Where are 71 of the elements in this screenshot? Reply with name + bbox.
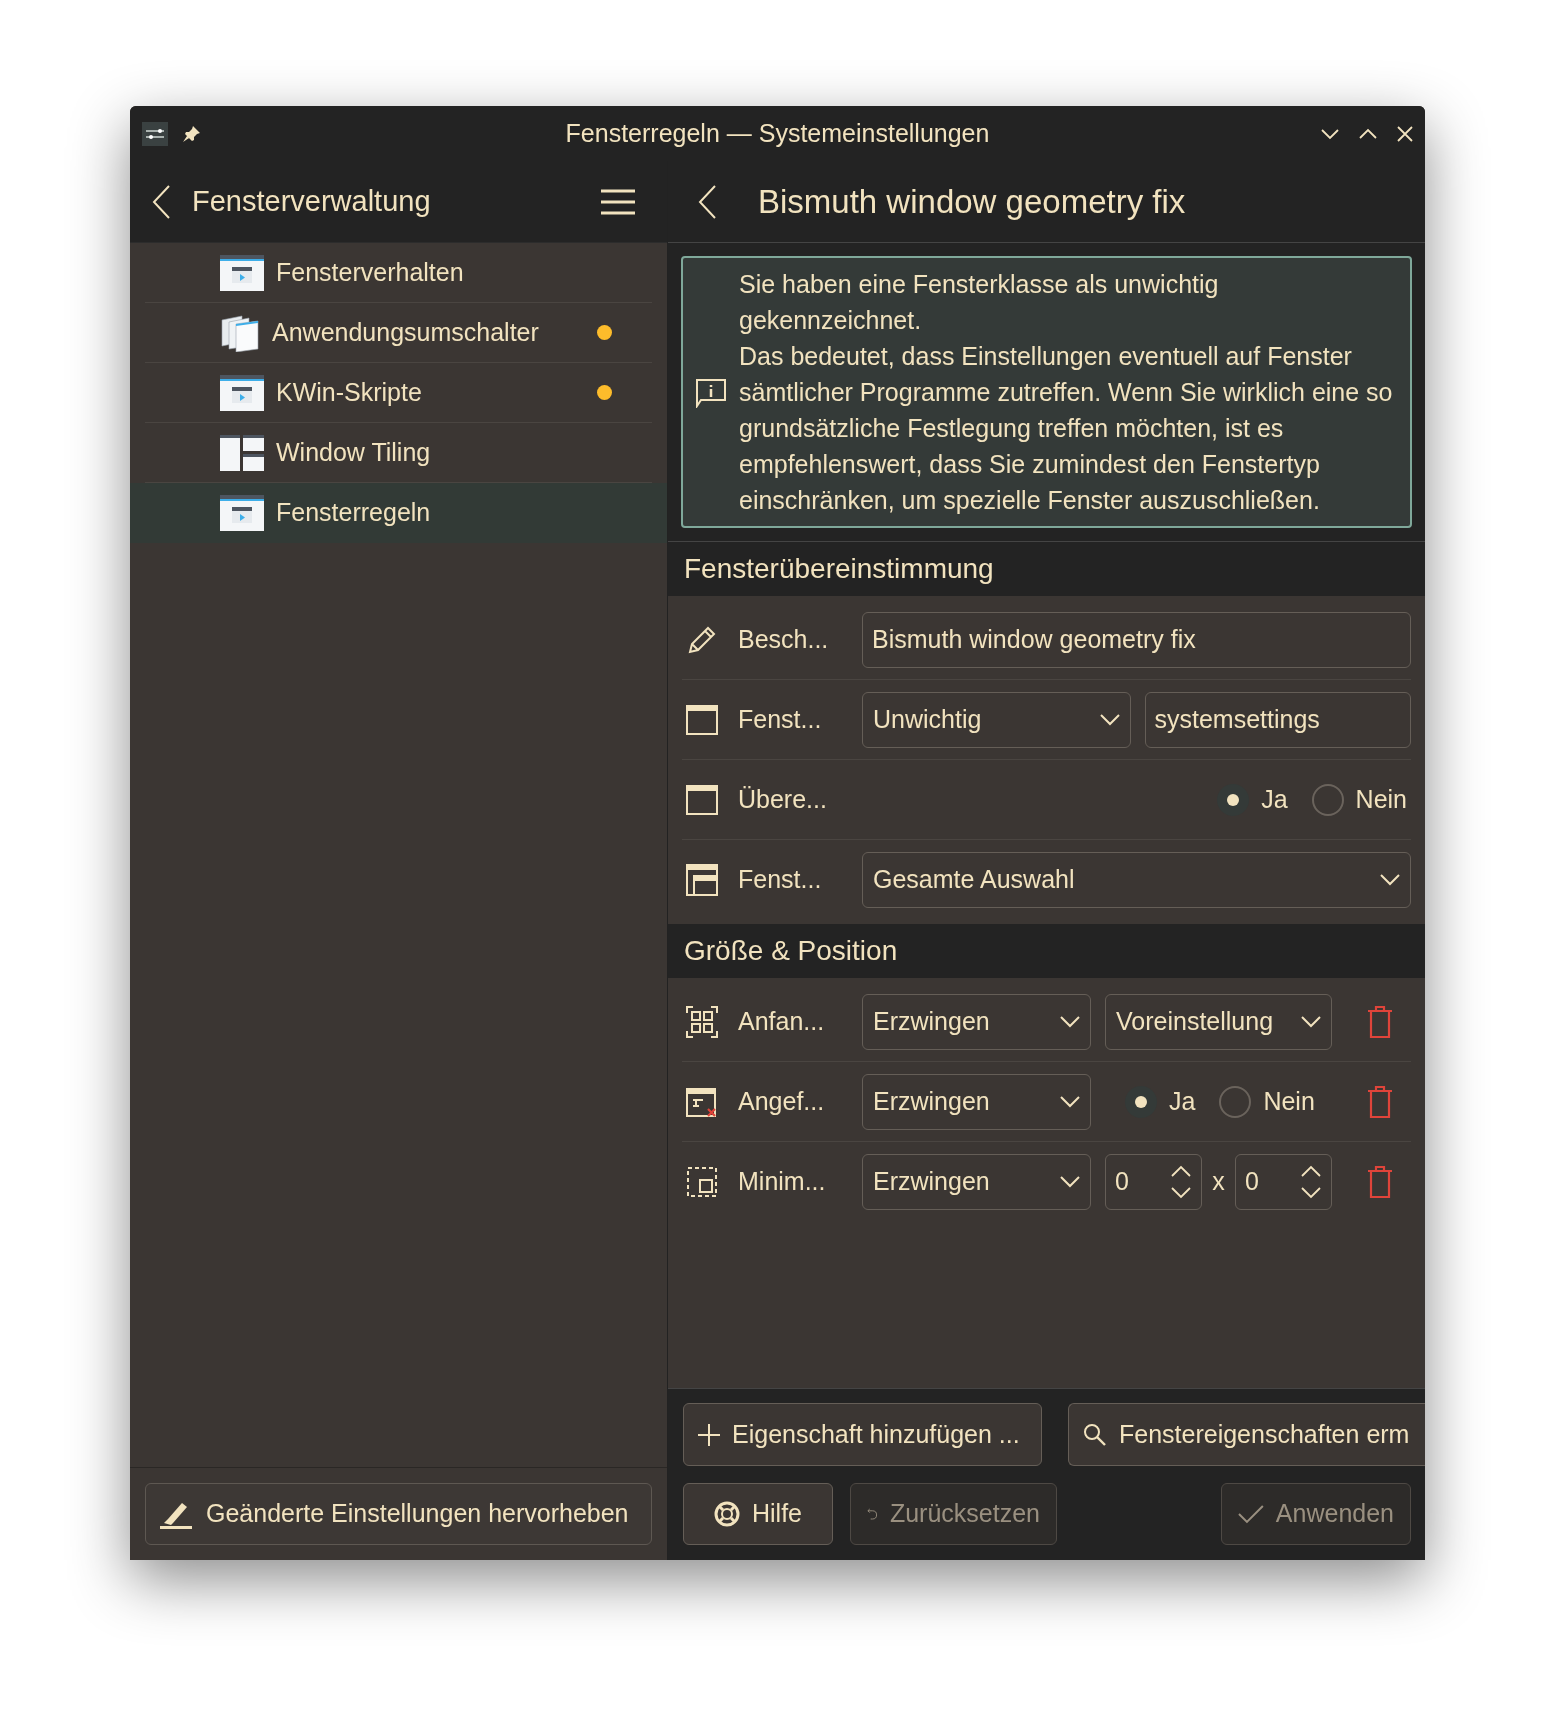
section-header: Größe & Position (668, 924, 1425, 978)
input-field[interactable]: Bismuth window geometry fix (862, 611, 1411, 668)
minimize-icon[interactable] (1321, 127, 1339, 140)
section-header: Fensterübereinstimmung (668, 542, 1425, 596)
chevron-down-icon (1099, 713, 1120, 726)
window-type-icon (686, 864, 718, 896)
sidebar-item[interactable]: Anwendungsumschalter (145, 303, 652, 363)
detect-properties-button[interactable]: Fenstereigenschaften erm (1068, 1403, 1425, 1466)
dropdown[interactable]: Gesamte Auswahl (862, 852, 1411, 908)
property-label: Anfan... (738, 1005, 826, 1037)
menu-icon[interactable] (601, 188, 635, 215)
spin-box[interactable]: 0 (1235, 1154, 1332, 1210)
pin-icon[interactable] (182, 123, 202, 144)
window-frame-icon (686, 784, 718, 815)
window-icon (220, 254, 264, 291)
property-label: Fenst... (738, 703, 823, 735)
stepper-icon (1170, 1164, 1192, 1200)
maximize-icon[interactable] (1359, 127, 1377, 140)
dropdown[interactable]: Unwichtig (862, 691, 1131, 748)
chevron-down-icon (1060, 1015, 1080, 1028)
back-icon[interactable] (698, 184, 718, 219)
lifebuoy-icon (714, 1501, 740, 1527)
chevron-down-icon (1301, 1015, 1321, 1028)
info-icon (695, 376, 727, 408)
tiling-icon (220, 434, 264, 471)
dropdown[interactable]: Voreinstellung (1105, 993, 1332, 1050)
stacked-windows-icon (220, 313, 260, 352)
window-frame-icon (686, 704, 718, 735)
radio-option[interactable]: Nein (1219, 1082, 1315, 1121)
highlight-changes-button[interactable]: Geänderte Einstellungen hervorheben (145, 1483, 652, 1545)
property-label: Minim... (738, 1166, 827, 1198)
plus-icon (698, 1423, 720, 1446)
dropdown[interactable]: Erzwingen (862, 1154, 1091, 1210)
close-icon[interactable] (1397, 125, 1413, 142)
trash-icon[interactable] (1367, 1005, 1393, 1038)
spin-box[interactable]: 0 (1105, 1154, 1202, 1210)
property-label: Übere... (738, 783, 828, 815)
page-title: Bismuth window geometry fix (758, 181, 1186, 222)
radio-option[interactable]: Ja (1125, 1082, 1196, 1121)
help-button[interactable]: Hilfe (683, 1483, 833, 1545)
sliders-icon[interactable] (142, 121, 168, 146)
minimum-size-icon (686, 1166, 718, 1198)
warning-text: Sie haben eine Fensterklasse als unwichtig gekennzeichnet. Das bedeutet, dass Einstellungen eventuell auf Fenster sämtlicher Programme zutreffen. Wenn Sie wirklich eine so grundsätzliche Festlegung treffen möchten, ist es empfehlenswert, dass Sie zumindest den Fenstertyp einschränken, um spezielle Fenster auszuschließen. (739, 269, 1394, 516)
window-icon (220, 374, 264, 411)
property-label: Angef... (738, 1085, 826, 1117)
property-label: Besch... (738, 623, 830, 655)
sidebar-item[interactable]: Fensterregeln (130, 483, 667, 543)
window-icon (220, 495, 264, 531)
radio-option[interactable]: Ja (1217, 780, 1288, 819)
trash-icon[interactable] (1367, 1085, 1393, 1118)
chevron-down-icon (1060, 1095, 1080, 1108)
chevron-down-icon (1060, 1176, 1080, 1188)
sidebar-item[interactable]: Fensterverhalten (145, 243, 652, 303)
radio-option[interactable]: Nein (1311, 780, 1407, 819)
trash-icon[interactable] (1367, 1166, 1393, 1198)
sidebar-item[interactable]: KWin-Skripte (145, 363, 652, 423)
dropdown[interactable]: Erzwingen (862, 993, 1091, 1050)
window-arrange-icon (686, 1085, 718, 1118)
search-icon (1083, 1422, 1107, 1447)
sidebar-title: Fensterverwaltung (192, 183, 431, 219)
window-title: Fensterregeln — Systemeinstellungen (564, 117, 991, 149)
check-icon (1238, 1504, 1264, 1524)
position-grid-icon (686, 1005, 718, 1038)
input-field[interactable]: systemsettings (1144, 691, 1411, 748)
stepper-icon (1300, 1164, 1322, 1200)
chevron-down-icon (1380, 874, 1400, 886)
property-label: Fenst... (738, 864, 823, 896)
times-sign: x (1212, 1166, 1225, 1198)
dropdown[interactable]: Erzwingen (862, 1073, 1091, 1130)
add-property-button[interactable]: Eigenschaft hinzufügen ... (683, 1403, 1042, 1466)
back-icon[interactable] (152, 184, 172, 219)
